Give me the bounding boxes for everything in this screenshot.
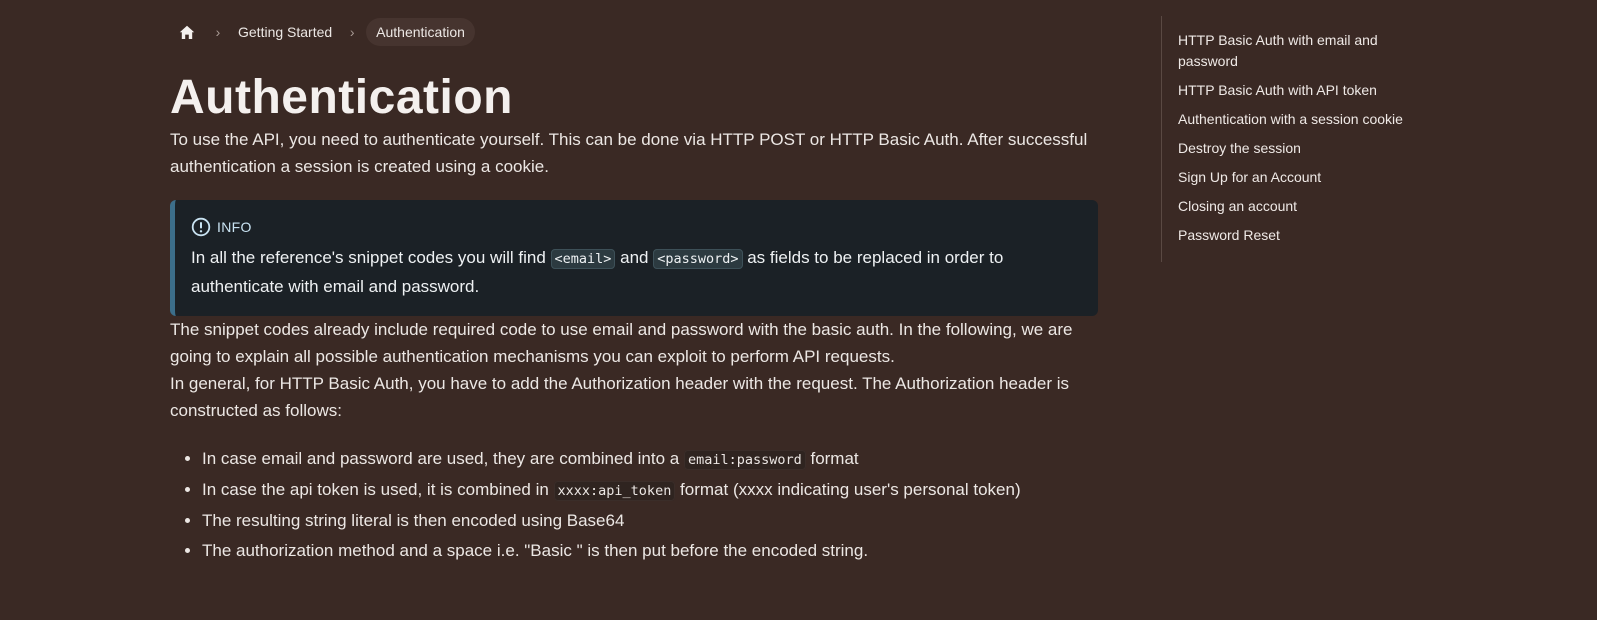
breadcrumb-current: Authentication (366, 18, 475, 46)
list-item-text: In case the api token is used, it is com… (202, 480, 554, 499)
list-item-text: format (xxxx indicating user's personal … (675, 480, 1021, 499)
info-text-before: In all the reference's snippet codes you… (191, 248, 551, 267)
code-email: <email> (550, 249, 616, 269)
toc-item-session-cookie[interactable]: Authentication with a session cookie (1178, 109, 1418, 130)
toc-item-basic-auth-email[interactable]: HTTP Basic Auth with email and password (1178, 30, 1418, 72)
breadcrumb-home[interactable] (170, 18, 204, 46)
toc-item-basic-auth-token[interactable]: HTTP Basic Auth with API token (1178, 80, 1418, 101)
page-title: Authentication (170, 71, 513, 124)
code-api-token: xxxx:api_token (553, 481, 676, 501)
breadcrumb-separator: › (215, 24, 221, 40)
info-text-and: and (615, 248, 654, 267)
intro-paragraph: To use the API, you need to authenticate… (170, 130, 1088, 176)
info-label: INFO (217, 219, 252, 235)
list-item-text: format (805, 449, 859, 468)
main-content: › Getting Started › Authentication Authe… (170, 18, 1098, 566)
general-paragraph: In general, for HTTP Basic Auth, you hav… (170, 374, 1070, 420)
snippet-paragraph: The snippet codes already include requir… (170, 320, 1073, 366)
list-item: In case email and password are used, the… (202, 444, 1098, 475)
breadcrumb: › Getting Started › Authentication (170, 18, 1098, 46)
list-item: The authorization method and a space i.e… (202, 536, 1098, 566)
auth-steps-list: In case email and password are used, the… (170, 444, 1098, 566)
table-of-contents: HTTP Basic Auth with email and password … (1161, 16, 1458, 262)
info-header: INFO (191, 216, 1078, 238)
list-item: The resulting string literal is then enc… (202, 506, 1098, 536)
list-item: In case the api token is used, it is com… (202, 475, 1098, 506)
toc-item-sign-up[interactable]: Sign Up for an Account (1178, 167, 1418, 188)
code-email-password: email:password (683, 450, 806, 470)
breadcrumb-separator: › (349, 24, 355, 40)
list-item-text: In case email and password are used, the… (202, 449, 684, 468)
home-icon (179, 25, 195, 39)
toc-item-password-reset[interactable]: Password Reset (1178, 225, 1418, 246)
breadcrumb-getting-started[interactable]: Getting Started (232, 18, 338, 46)
toc-item-closing-account[interactable]: Closing an account (1178, 196, 1418, 217)
toc-item-destroy-session[interactable]: Destroy the session (1178, 138, 1418, 159)
info-admonition: INFO In all the reference's snippet code… (170, 200, 1098, 316)
info-text: In all the reference's snippet codes you… (191, 244, 1078, 300)
code-password: <password> (653, 249, 743, 269)
info-icon (191, 217, 211, 237)
